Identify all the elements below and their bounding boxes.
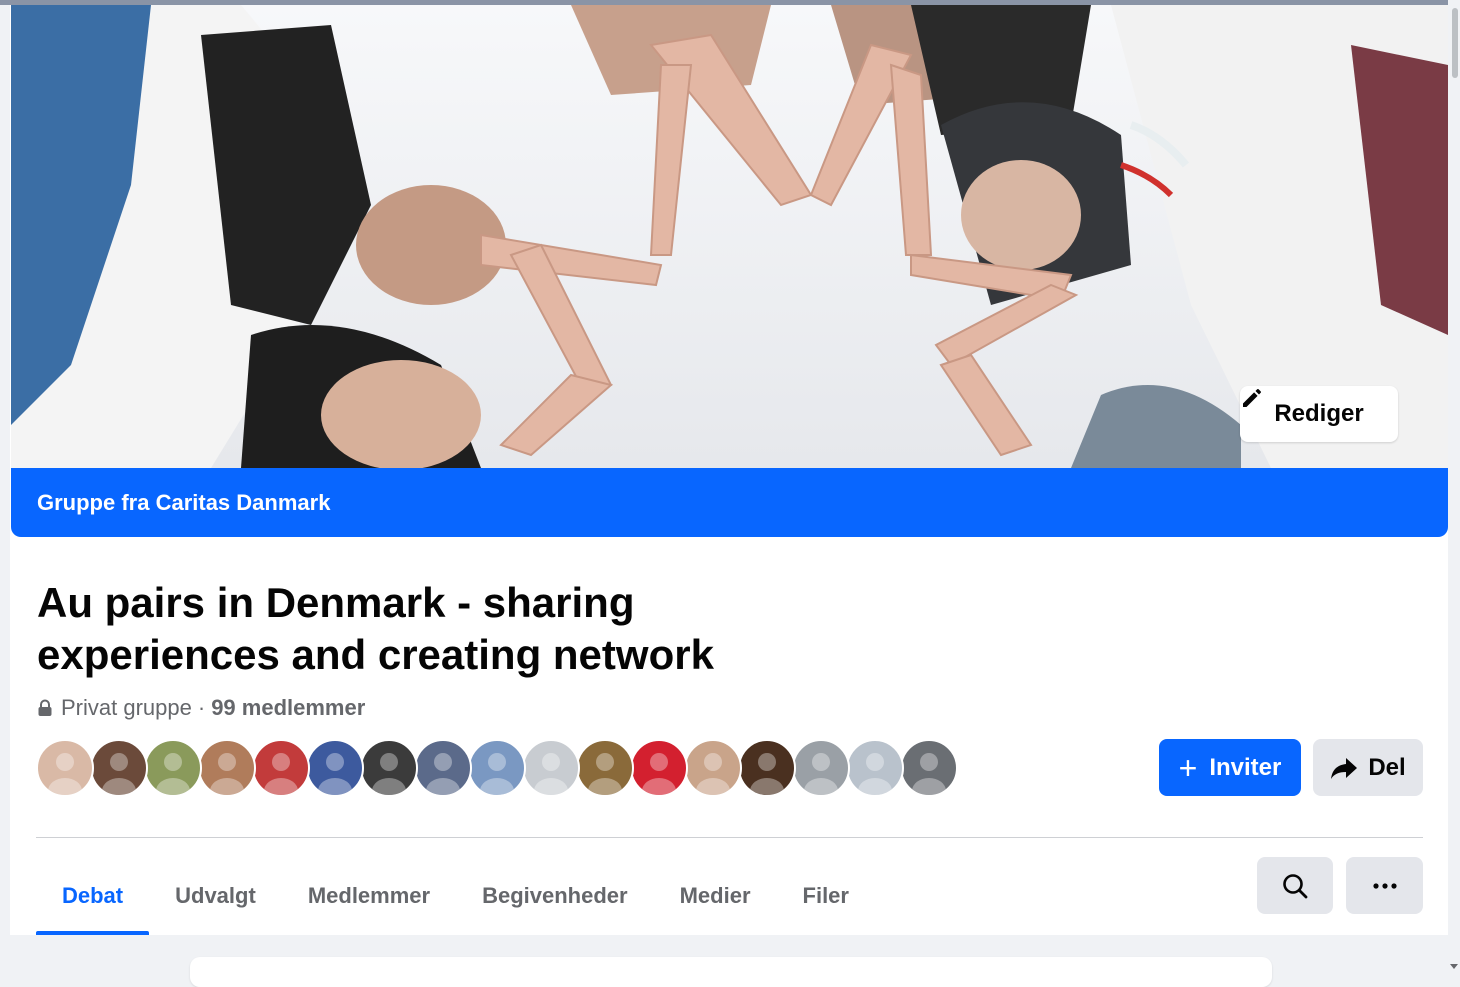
avatar-portrait-icon — [588, 753, 622, 795]
member-count[interactable]: 99 medlemmer — [211, 695, 365, 721]
invite-label: Inviter — [1209, 753, 1282, 781]
group-meta: Privat gruppe · 99 medlemmer — [37, 693, 365, 723]
pencil-icon — [1243, 389, 1261, 407]
avatar-portrait-icon — [696, 753, 730, 795]
member-avatars — [36, 739, 958, 797]
tab-medier[interactable]: Medier — [654, 857, 777, 935]
tab-filer[interactable]: Filer — [777, 857, 875, 935]
plus-icon: + — [1178, 749, 1198, 786]
group-title-line2: experiences and creating network — [37, 631, 714, 678]
avatar-portrait-icon — [534, 753, 568, 795]
cover-illustration — [11, 5, 1448, 468]
lock-icon — [38, 699, 52, 716]
avatar-portrait-icon — [102, 753, 136, 795]
privacy-label[interactable]: Privat gruppe — [61, 695, 192, 721]
scrollbar-thumb[interactable] — [1452, 8, 1458, 78]
avatar-portrait-icon — [48, 753, 82, 795]
post-composer-card[interactable] — [190, 957, 1272, 987]
member-avatar[interactable] — [144, 739, 202, 797]
tab-udvalgt[interactable]: Udvalgt — [149, 857, 282, 935]
member-avatar[interactable] — [90, 739, 148, 797]
member-avatar[interactable] — [360, 739, 418, 797]
avatar-portrait-icon — [480, 753, 514, 795]
edit-cover-button[interactable]: Rediger — [1240, 386, 1398, 442]
avatar-portrait-icon — [804, 753, 838, 795]
cover-photo: Rediger — [11, 5, 1448, 468]
avatar-portrait-icon — [156, 753, 190, 795]
share-arrow-icon — [1331, 757, 1358, 779]
avatar-portrait-icon — [318, 753, 352, 795]
avatar-portrait-icon — [858, 753, 892, 795]
avatar-portrait-icon — [750, 753, 784, 795]
member-avatar[interactable] — [684, 739, 742, 797]
scroll-down-arrow-icon[interactable] — [1450, 964, 1458, 969]
member-avatar[interactable] — [846, 739, 904, 797]
avatar-portrait-icon — [642, 753, 676, 795]
avatar-portrait-icon — [210, 753, 244, 795]
group-tabs: Debat Udvalgt Medlemmer Begivenheder Med… — [36, 857, 875, 935]
section-divider — [36, 837, 1423, 838]
share-button[interactable]: Del — [1313, 739, 1423, 796]
member-avatar[interactable] — [792, 739, 850, 797]
edit-cover-label: Rediger — [1274, 400, 1364, 427]
share-label: Del — [1368, 753, 1406, 781]
member-avatar[interactable] — [198, 739, 256, 797]
tab-medlemmer[interactable]: Medlemmer — [282, 857, 456, 935]
page-scrollbar[interactable] — [1448, 0, 1460, 973]
avatar-portrait-icon — [426, 753, 460, 795]
group-page: Rediger Gruppe fra Caritas Danmark Au pa… — [10, 5, 1450, 987]
more-options-button[interactable] — [1346, 857, 1423, 914]
member-avatar[interactable] — [36, 739, 94, 797]
avatar-portrait-icon — [372, 753, 406, 795]
search-icon — [1283, 873, 1308, 898]
member-avatar[interactable] — [522, 739, 580, 797]
parent-organization-link[interactable]: Gruppe fra Caritas Danmark — [37, 490, 330, 516]
parent-organization-bar[interactable]: Gruppe fra Caritas Danmark — [11, 468, 1448, 537]
member-avatar[interactable] — [576, 739, 634, 797]
member-avatar[interactable] — [414, 739, 472, 797]
member-avatar[interactable] — [252, 739, 310, 797]
member-avatar[interactable] — [630, 739, 688, 797]
member-avatar[interactable] — [468, 739, 526, 797]
search-button[interactable] — [1257, 857, 1333, 914]
member-avatar[interactable] — [738, 739, 796, 797]
more-dots-icon — [1372, 882, 1397, 889]
tab-begivenheder[interactable]: Begivenheder — [456, 857, 654, 935]
tab-debat[interactable]: Debat — [36, 857, 150, 935]
avatar-portrait-icon — [264, 753, 298, 795]
group-title: Au pairs in Denmark - sharing experience… — [37, 577, 797, 681]
member-avatar[interactable] — [306, 739, 364, 797]
avatar-portrait-icon — [912, 753, 946, 795]
invite-button[interactable]: + Inviter — [1159, 739, 1301, 796]
group-title-line1: Au pairs in Denmark - sharing — [37, 579, 635, 626]
meta-separator: · — [197, 695, 206, 720]
member-avatar[interactable] — [900, 739, 958, 797]
